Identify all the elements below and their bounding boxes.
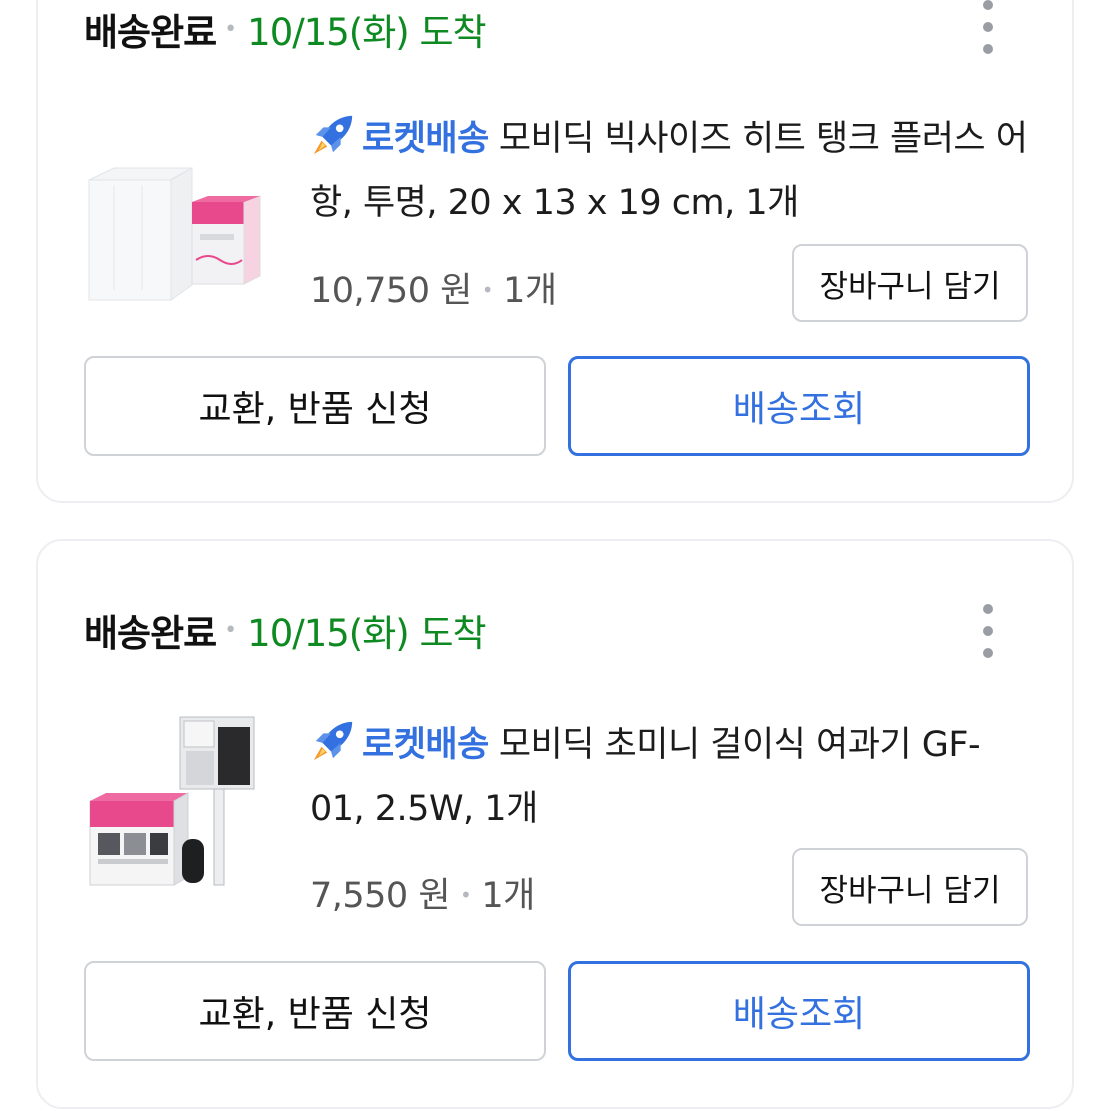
separator-dot: • xyxy=(224,16,238,42)
product-title[interactable]: 로켓배송 모비딕 빅사이즈 히트 탱크 플러스 어항, 투명, 20 x 13 x… xyxy=(310,107,1030,235)
delivery-status-row: 배송완료 • 10/15(화) 도착 xyxy=(84,2,487,56)
quantity: 1개 xyxy=(503,271,557,311)
more-options-icon[interactable] xyxy=(976,0,1000,54)
rocket-delivery-badge: 로켓배송 xyxy=(362,119,489,159)
track-delivery-button[interactable]: 배송조회 xyxy=(568,961,1030,1061)
add-to-cart-button[interactable]: 장바구니 담기 xyxy=(792,848,1028,926)
quantity: 1개 xyxy=(481,876,535,916)
product-title[interactable]: 로켓배송 모비딕 초미니 걸이식 여과기 GF-01, 2.5W, 1개 xyxy=(310,713,1030,841)
product-image[interactable] xyxy=(84,140,270,326)
product-image[interactable] xyxy=(84,709,270,895)
price-line: 7,550 원 • 1개 xyxy=(310,867,535,918)
price: 10,750 원 xyxy=(310,271,472,311)
rocket-delivery-badge: 로켓배송 xyxy=(362,725,489,765)
delivery-status-row: 배송완료 • 10/15(화) 도착 xyxy=(84,603,487,657)
delivery-status: 배송완료 xyxy=(84,612,217,655)
arrival-date: 10/15(화) 도착 xyxy=(247,612,486,655)
price-line: 10,750 원 • 1개 xyxy=(310,262,557,313)
delivery-status: 배송완료 xyxy=(84,11,217,54)
add-to-cart-button[interactable]: 장바구니 담기 xyxy=(792,244,1028,322)
exchange-return-button[interactable]: 교환, 반품 신청 xyxy=(84,961,546,1061)
more-options-icon[interactable] xyxy=(976,604,1000,658)
separator-dot: • xyxy=(224,617,238,643)
exchange-return-button[interactable]: 교환, 반품 신청 xyxy=(84,356,546,456)
order-card: 배송완료 • 10/15(화) 도착 로켓배송 모비딕 초미니 걸이식 여과기 … xyxy=(36,539,1074,1109)
rocket-icon xyxy=(313,115,353,155)
separator-dot: • xyxy=(481,278,494,302)
price: 7,550 원 xyxy=(310,876,451,916)
rocket-icon xyxy=(313,721,353,761)
track-delivery-button[interactable]: 배송조회 xyxy=(568,356,1030,456)
separator-dot: • xyxy=(460,883,472,907)
order-card: 배송완료 • 10/15(화) 도착 로켓배송 모비딕 빅사이즈 히트 탱크 플… xyxy=(36,0,1074,503)
arrival-date: 10/15(화) 도착 xyxy=(247,11,486,54)
